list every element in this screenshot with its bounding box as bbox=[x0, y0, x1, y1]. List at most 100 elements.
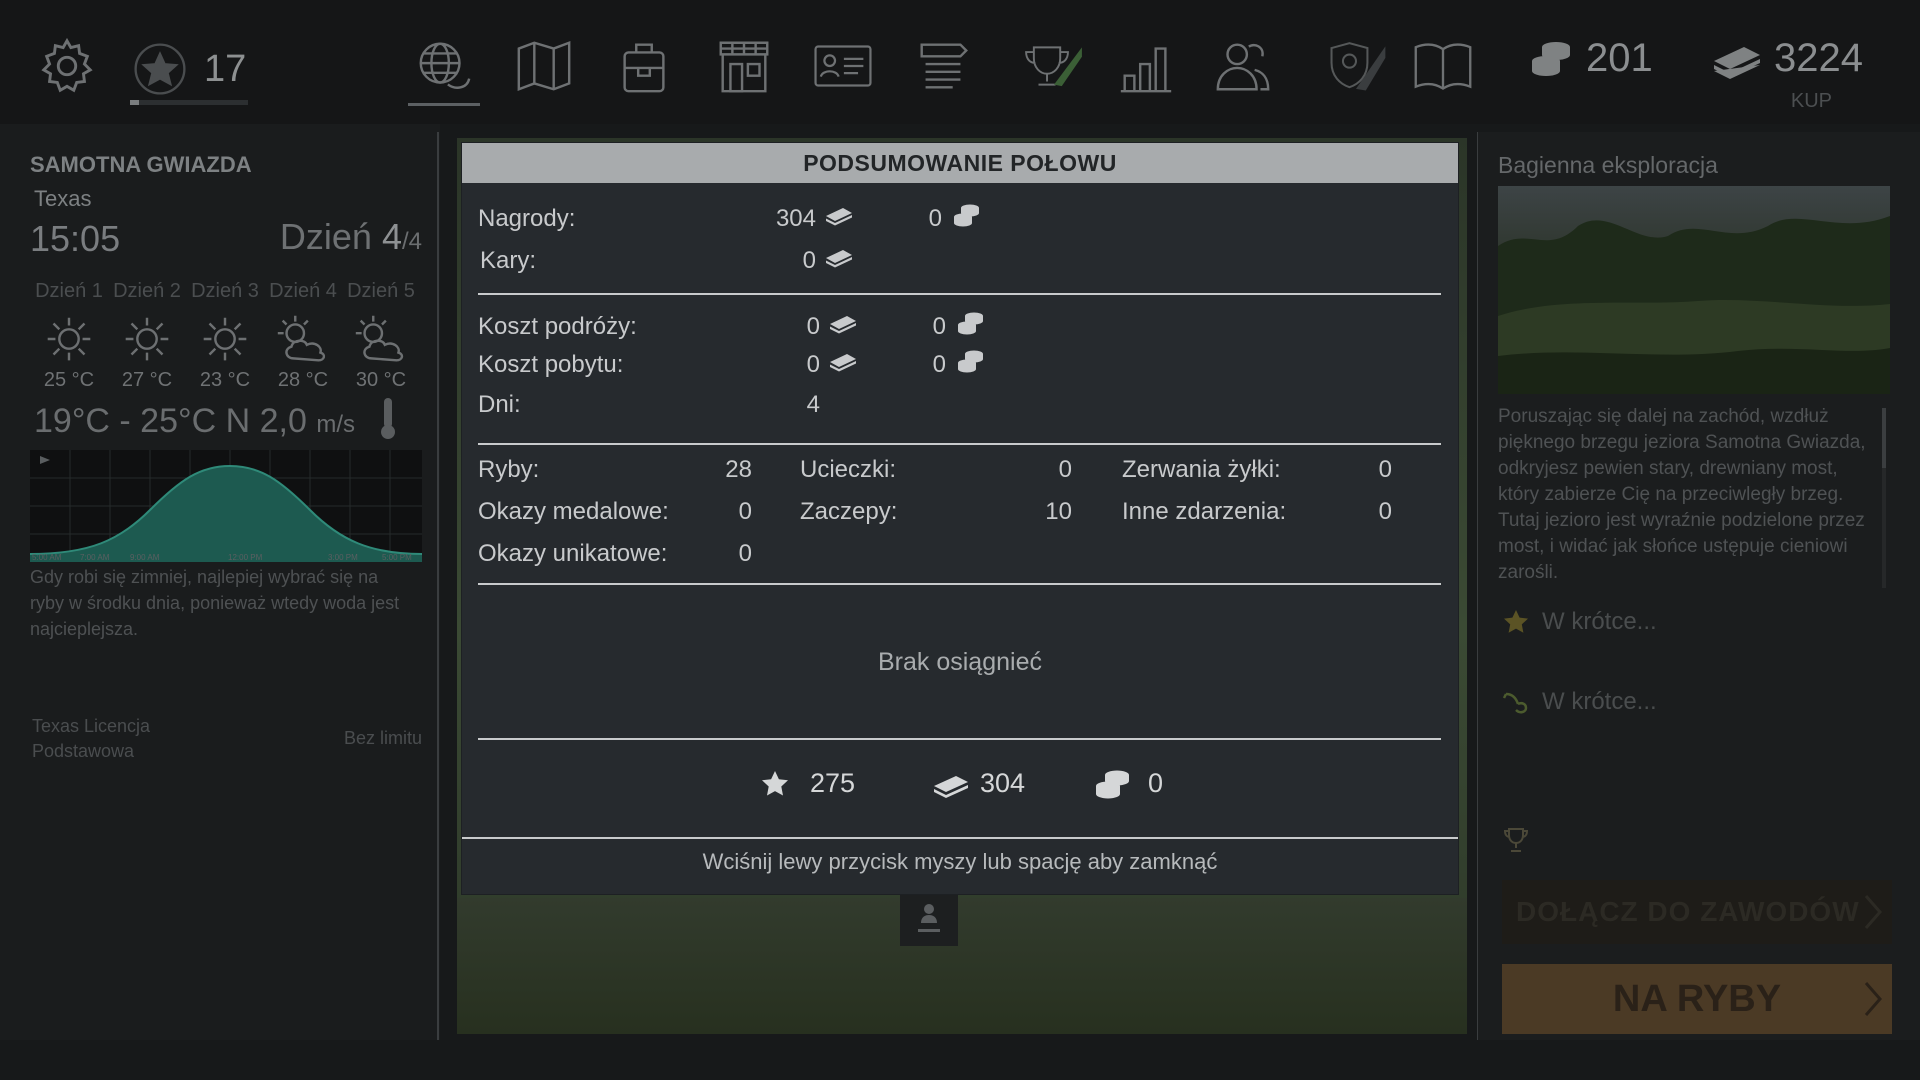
spot-bonus-row: W krótce... bbox=[1502, 608, 1657, 636]
graph-label: 5:00 AM bbox=[32, 553, 62, 562]
description-scrollbar[interactable] bbox=[1882, 408, 1886, 588]
tasks-icon[interactable] bbox=[912, 30, 974, 102]
star-icon bbox=[1504, 610, 1528, 633]
forecast-day: Dzień 5 30 °C bbox=[342, 280, 420, 392]
lure-icon bbox=[1502, 692, 1528, 714]
right-panel: Bagienna eksploracja Poruszając się dale… bbox=[1478, 132, 1920, 1040]
wind-value: N 2,0 bbox=[225, 402, 307, 440]
coins-icon bbox=[958, 350, 983, 373]
line-breaks-value: 0 bbox=[1378, 456, 1392, 483]
spot-bonus-label: W krótce... bbox=[1542, 608, 1657, 635]
temperature-graph: 5:00 AM 7:00 AM 9:00 AM 12:00 PM 3:00 PM… bbox=[30, 450, 422, 562]
fish-count-label: Ryby: bbox=[478, 456, 540, 483]
level-progress-fill bbox=[130, 100, 140, 105]
divider bbox=[478, 583, 1441, 585]
money-icon bbox=[830, 354, 856, 372]
level-number: 17 bbox=[204, 47, 247, 90]
top-bar: 17 201 3224 KUP bbox=[0, 0, 1920, 124]
divider bbox=[478, 443, 1441, 445]
license-info: Texas Licencja Podstawowa bbox=[32, 714, 150, 764]
catch-summary-dialog[interactable]: PODSUMOWANIE POŁOWU Nagrody: 304 0 Kary:… bbox=[462, 143, 1458, 894]
forecast-temp: 23 °C bbox=[199, 369, 251, 391]
location-state: Texas bbox=[34, 186, 92, 211]
divider bbox=[478, 293, 1441, 295]
left-divider bbox=[437, 132, 439, 1040]
trophy-icon bbox=[1503, 828, 1529, 852]
join-tournament-button[interactable]: DOŁĄCZ DO ZAWODÓW bbox=[1502, 880, 1892, 944]
medal-specimens-label: Okazy medalowe: bbox=[478, 498, 669, 525]
day-prefix: Dzień bbox=[279, 216, 372, 257]
gear-icon[interactable] bbox=[36, 30, 98, 102]
spot-bait-row: W krótce... bbox=[1502, 688, 1657, 716]
money-amount: 3224 bbox=[1774, 36, 1863, 80]
money-icon bbox=[826, 250, 852, 268]
money-icon bbox=[934, 775, 968, 798]
spot-description: Poruszając się dalej na zachód, wzdłuż p… bbox=[1498, 406, 1866, 583]
money-icon bbox=[830, 316, 856, 334]
book-icon[interactable] bbox=[1410, 30, 1476, 102]
player-level[interactable]: 17 bbox=[130, 34, 248, 104]
money-counter[interactable]: 3224 bbox=[1710, 36, 1863, 81]
escapes-value: 0 bbox=[1058, 456, 1072, 483]
coins-icon bbox=[1096, 770, 1129, 798]
stay-cost-money: 0 bbox=[806, 351, 820, 378]
forecast-temp: 27 °C bbox=[121, 369, 173, 391]
chevron-right-icon bbox=[1864, 895, 1882, 929]
license-type: Podstawowa bbox=[32, 741, 135, 761]
divider bbox=[478, 738, 1441, 740]
go-fishing-button[interactable]: NA RYBY bbox=[1502, 964, 1892, 1034]
graph-label: 9:00 AM bbox=[130, 553, 160, 562]
total-money-value: 304 bbox=[980, 768, 1026, 798]
total-experience: 275 bbox=[760, 768, 855, 799]
days-label: Dni: bbox=[478, 391, 521, 418]
sun-icon bbox=[125, 317, 169, 361]
stats-icon[interactable] bbox=[1114, 30, 1178, 102]
game-screen: 17 201 3224 KUP SAMOTNA GWIAZDA Texas 15… bbox=[0, 0, 1920, 1080]
trophy-beta-icon[interactable] bbox=[1014, 30, 1094, 102]
unique-specimens-label: Okazy unikatowe: bbox=[478, 540, 668, 567]
temperature-curve: 5:00 AM 7:00 AM 9:00 AM 12:00 PM 3:00 PM… bbox=[30, 450, 422, 562]
coins-amount: 201 bbox=[1586, 36, 1653, 80]
profile-card-icon[interactable] bbox=[808, 30, 878, 102]
days-value: 4 bbox=[806, 391, 820, 418]
other-events-label: Inne zdarzenia: bbox=[1122, 498, 1287, 525]
forecast-day-label: Dzień 1 bbox=[35, 280, 103, 302]
level-progress-bar bbox=[130, 100, 248, 105]
buy-link[interactable]: KUP bbox=[1791, 90, 1832, 113]
line-breaks-label: Zerwania żyłki: bbox=[1122, 456, 1281, 483]
graph-label: 12:00 PM bbox=[228, 553, 263, 562]
graph-label: 5:00 PM bbox=[382, 553, 412, 562]
go-fishing-label: NA RYBY bbox=[1612, 977, 1782, 1020]
stay-cost-coins: 0 bbox=[932, 351, 946, 378]
shop-icon[interactable] bbox=[712, 30, 776, 102]
friends-icon[interactable] bbox=[1210, 30, 1276, 102]
thermometer-icon bbox=[381, 398, 395, 439]
star-icon bbox=[762, 770, 788, 795]
game-clock: 15:05 bbox=[30, 218, 121, 259]
rewards-coins: 0 bbox=[928, 205, 942, 232]
location-name: SAMOTNA GWIAZDA bbox=[30, 152, 252, 177]
map-icon[interactable] bbox=[512, 30, 576, 102]
escapes-label: Ucieczki: bbox=[800, 456, 897, 483]
forecast-temp: 30 °C bbox=[355, 369, 407, 391]
forecast-temp: 28 °C bbox=[277, 369, 329, 391]
spot-title: Bagienna eksploracja bbox=[1498, 152, 1718, 178]
fishing-tip: Gdy robi się zimniej, najlepiej wybrać s… bbox=[30, 567, 400, 639]
globe-icon[interactable] bbox=[408, 30, 480, 106]
divider bbox=[462, 837, 1458, 839]
forecast-temp: 25 °C bbox=[43, 369, 95, 391]
spot-image bbox=[1498, 186, 1890, 394]
angler-marker-icon[interactable] bbox=[900, 890, 958, 946]
coins-counter[interactable]: 201 bbox=[1530, 36, 1653, 81]
left-panel: SAMOTNA GWIAZDA Texas 15:05 Dzień 4/4 Dz… bbox=[0, 124, 440, 1040]
license-limit: Bez limitu bbox=[343, 728, 422, 748]
forecast-day: Dzień 1 25 °C bbox=[30, 280, 108, 392]
forecast-day-label: Dzień 5 bbox=[347, 280, 415, 302]
no-achievements-text: Brak osiągnieć bbox=[878, 648, 1042, 676]
rewards-money: 304 bbox=[775, 205, 816, 232]
day-counter: Dzień 4/4 bbox=[280, 216, 422, 258]
snags-value: 10 bbox=[1045, 498, 1072, 525]
other-events-value: 0 bbox=[1378, 498, 1392, 525]
backpack-icon[interactable] bbox=[612, 30, 676, 102]
clan-icon[interactable] bbox=[1318, 30, 1394, 102]
